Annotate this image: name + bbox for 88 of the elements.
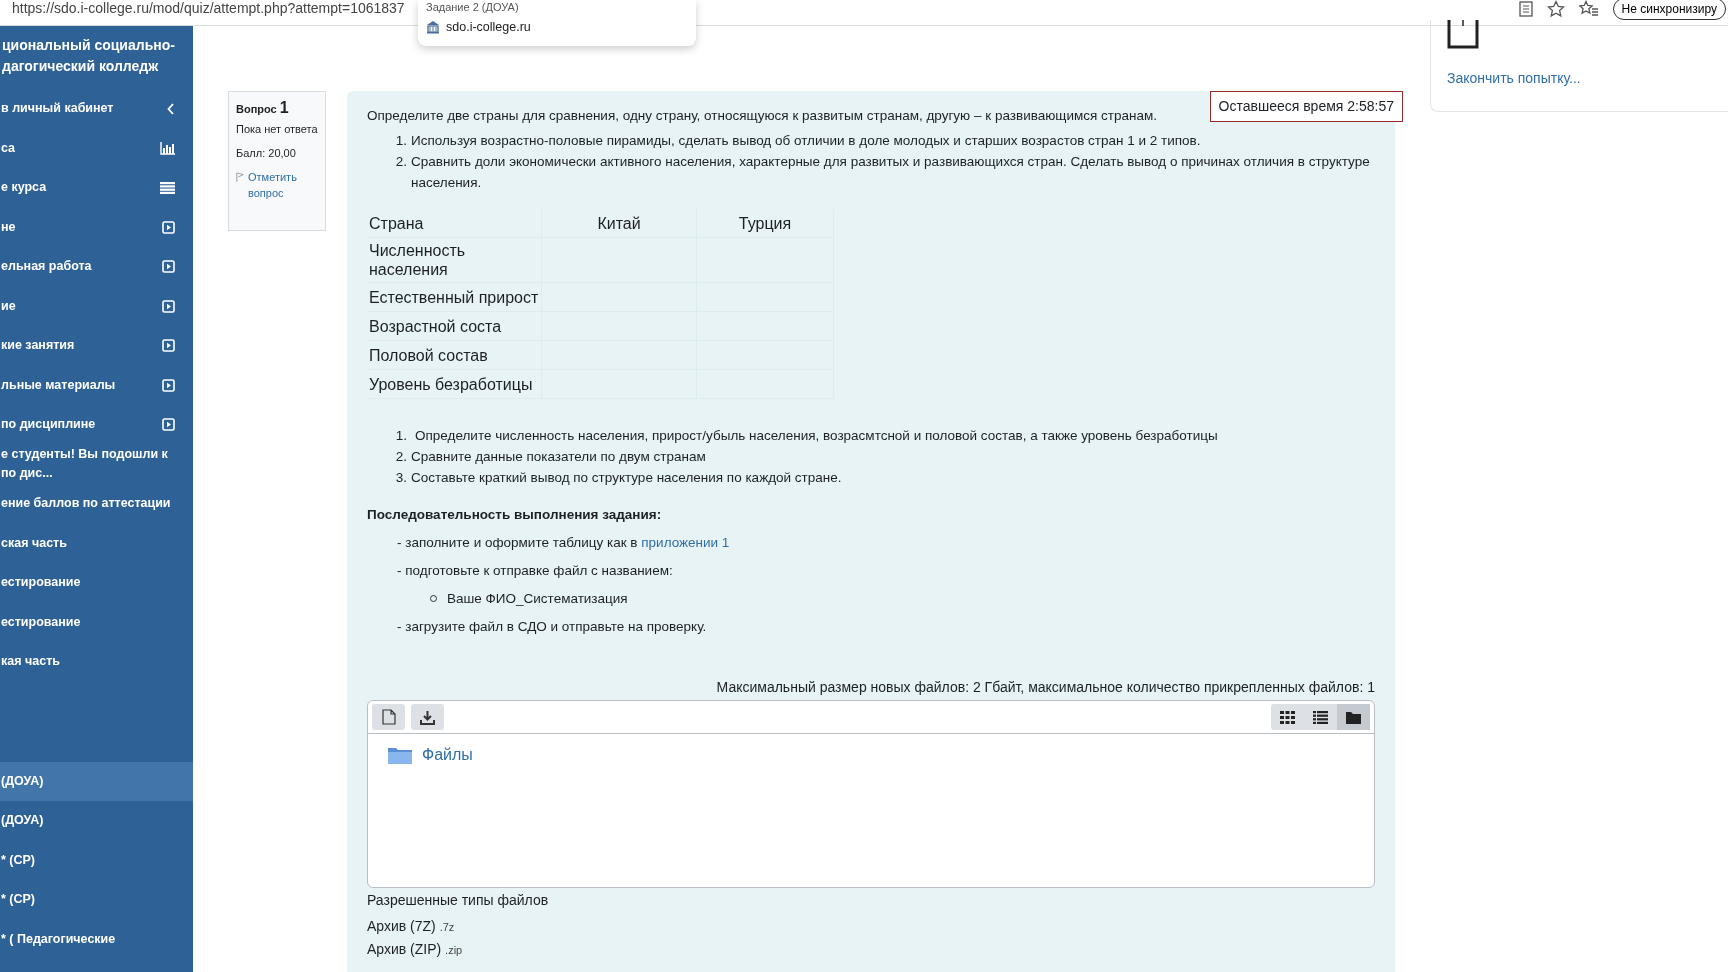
table-cell: Естественный прирост bbox=[367, 282, 542, 312]
flag-question-link[interactable]: Отметить вопрос bbox=[248, 169, 318, 201]
tab-title: Задание 2 (ДОУА) bbox=[426, 0, 520, 14]
instruction-line: - загрузите файл в СДО и отправьте на проверку. bbox=[396, 618, 708, 636]
sidebar-item[interactable]: не bbox=[0, 207, 193, 247]
step-item: Составьте краткий вывод по структуре населения по каждой стране. bbox=[411, 469, 842, 487]
sidebar-item[interactable]: (ДОУА) bbox=[0, 801, 193, 841]
sidebar-item[interactable]: ие bbox=[0, 286, 193, 326]
sidebar-item[interactable]: естирование bbox=[0, 563, 193, 603]
allowed-types-heading: Разрешенные типы файлов bbox=[367, 891, 550, 910]
table-cell: Численность населения bbox=[367, 237, 542, 283]
sidebar-item[interactable]: кие занятия bbox=[0, 326, 193, 366]
bar-chart-icon bbox=[160, 141, 175, 155]
sidebar-item[interactable]: естирование bbox=[0, 602, 193, 642]
sidebar-item[interactable]: са bbox=[0, 128, 193, 168]
sidebar-item[interactable]: ение баллов по аттестации bbox=[0, 484, 193, 524]
download-button[interactable] bbox=[411, 704, 444, 730]
sidebar-item[interactable]: е курса bbox=[0, 168, 193, 208]
table-cell: Возрастной соста bbox=[367, 311, 542, 341]
appendix-link[interactable]: приложении 1 bbox=[641, 535, 730, 550]
list-number: 2. bbox=[394, 448, 407, 466]
star-icon[interactable] bbox=[1546, 0, 1565, 18]
sidebar-item[interactable]: по дисциплине bbox=[0, 405, 193, 445]
sidebar-item[interactable]: (ДОУА) bbox=[0, 761, 193, 801]
sync-button[interactable]: Не синхронизиру bbox=[1612, 0, 1726, 20]
list-icon bbox=[160, 181, 175, 194]
grid-icon bbox=[1280, 710, 1295, 724]
file-name-item: Ваше ФИО_Систематизация bbox=[447, 590, 628, 608]
question-intro: Определите две страны для сравнения, одну страну, относящуюся к развитым странам, другую – к развивающимся странам. bbox=[367, 107, 1158, 125]
list-number: 2. bbox=[394, 153, 407, 171]
sidebar-item[interactable]: * (СР) bbox=[0, 840, 193, 880]
list-number: 1. bbox=[394, 427, 407, 445]
list-icon bbox=[1313, 710, 1328, 724]
college-name: дагогический колледж bbox=[2, 57, 160, 76]
step-item: Сравните данные показатели по двум странам bbox=[411, 448, 706, 466]
add-file-button[interactable] bbox=[372, 704, 405, 730]
list-number: 1. bbox=[394, 132, 407, 150]
sidebar-item[interactable]: ельная работа bbox=[0, 247, 193, 287]
task-item: Используя возрастно-половые пирамиды, сделать вывод об отличии в доле молодых и старших возрастов стран 1 и 2 типов. bbox=[411, 132, 1201, 150]
table-header-cell: Страна bbox=[367, 209, 542, 238]
play-icon bbox=[162, 339, 175, 353]
question-box-icon bbox=[1447, 20, 1479, 50]
address-bar-url[interactable]: https://sdo.i-college.ru/mod/quiz/attempt.php?attempt=1061837 bbox=[0, 0, 405, 16]
question-number: 1 bbox=[279, 99, 289, 116]
play-icon bbox=[162, 418, 175, 432]
file-type-name: Архив (7Z) bbox=[367, 918, 436, 934]
task-item: Сравнить доли экономически активного населения, характерные для развитых и развивающихся стран. Сделать вывод о причинах отличия в структуре населения. bbox=[411, 153, 1371, 192]
sidebar-item[interactable]: в личный кабинет bbox=[0, 89, 193, 129]
answer-status: Пока нет ответа bbox=[236, 122, 318, 137]
finish-attempt-link[interactable]: Закончить попытку... bbox=[1447, 70, 1713, 86]
sidebar-item[interactable]: ская часть bbox=[0, 523, 193, 563]
file-limits-text: Максимальный размер новых файлов: 2 Гбайт, максимальное количество прикрепленных файлов: 1 bbox=[715, 678, 1375, 697]
folder-view-button[interactable] bbox=[1337, 704, 1370, 730]
favorites-icon[interactable] bbox=[1578, 0, 1599, 18]
college-name: циональный социально- bbox=[2, 36, 176, 55]
file-extension: .7z bbox=[439, 921, 455, 933]
sidebar-item[interactable]: е студенты! Вы подошли к по дис... bbox=[0, 444, 193, 484]
play-icon bbox=[162, 260, 175, 274]
play-icon bbox=[162, 299, 175, 313]
site-icon bbox=[426, 20, 440, 34]
sequence-heading: Последовательность выполнения задания: bbox=[367, 506, 663, 524]
table-header-cell: Турция bbox=[696, 209, 834, 238]
sidebar-item[interactable]: кая часть bbox=[0, 642, 193, 682]
file-type-name: Архив (ZIP) bbox=[367, 941, 442, 957]
table-cell: Уровень безработицы bbox=[367, 369, 542, 399]
question-label: Вопрос bbox=[236, 103, 277, 115]
sidebar-item[interactable]: * (СР) bbox=[0, 880, 193, 920]
folder-icon bbox=[1346, 710, 1361, 724]
instruction-line: - подготовьте к отправке файл с названием: bbox=[396, 562, 674, 580]
play-icon bbox=[162, 378, 175, 392]
step-item: Определите численность населения, прирост/убыль населения, возрасмтсной и половой состав, а также уровень безработицы bbox=[415, 427, 1218, 445]
play-icon bbox=[162, 220, 175, 234]
sidebar-item[interactable]: * ( Педагогические bbox=[0, 919, 193, 959]
site-address: sdo.i-college.ru bbox=[446, 20, 531, 34]
timer: Оставшееся время 2:58:57 bbox=[1209, 91, 1403, 122]
file-extension: .zip bbox=[445, 944, 463, 956]
chevron-icon bbox=[167, 102, 175, 115]
grade-text: Балл: 20,00 bbox=[236, 146, 297, 161]
file-icon bbox=[381, 709, 396, 725]
download-icon bbox=[420, 709, 435, 725]
folder-icon[interactable] bbox=[388, 745, 412, 764]
instruction-line: - заполните и оформите таблицу как в приложении 1 bbox=[396, 534, 731, 552]
table-cell: Половой состав bbox=[367, 340, 542, 370]
table-header-cell: Китай bbox=[541, 209, 697, 238]
list-number: 3. bbox=[394, 469, 407, 487]
reader-icon[interactable] bbox=[1518, 0, 1533, 17]
folder-link[interactable]: Файлы bbox=[422, 744, 473, 765]
sidebar-item[interactable]: льные материалы bbox=[0, 365, 193, 405]
